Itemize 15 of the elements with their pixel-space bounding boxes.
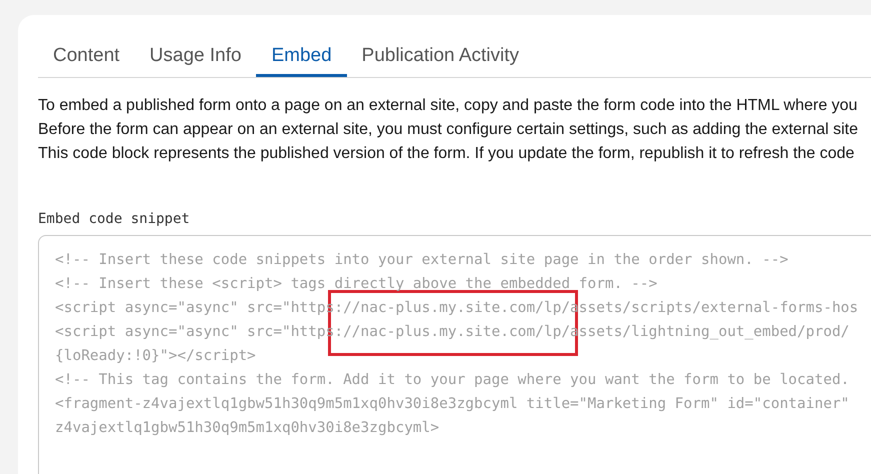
code-snippet-box[interactable] xyxy=(38,235,871,474)
code-line: {loReady:!0}"></script> xyxy=(55,347,257,366)
tab[interactable]: Usage Info xyxy=(134,41,256,77)
code-line: <!-- Insert these <script> tags directly above the embedded form. --> xyxy=(55,275,658,294)
description-text: To embed a published form onto a page on an external site, copy and paste the form code into the HTML where you xyxy=(38,96,858,116)
code-line: <!-- This tag contains the form. Add it to your page where you want the form to be located. xyxy=(55,371,850,390)
code-line: <fragment-z4vajextlq1gbw51h30q9m5m1xq0hv30i8e3zgbcyml title="Marketing Form" id="container" xyxy=(55,395,850,414)
code-line: z4vajextlq1gbw51h30q9m5m1xq0hv30i8e3zgbcyml> xyxy=(55,419,440,438)
code-line: <!-- Insert these code snippets into your external site page in the order shown. --> xyxy=(55,251,790,270)
tab[interactable]: Publication Activity xyxy=(346,41,534,77)
field-label: Embed code snippet xyxy=(38,211,191,227)
description-text: Before the form can appear on an external site, you must configure certain settings, such as adding the external site xyxy=(38,120,860,140)
description-text: This code block represents the published version of the form. If you update the form, republish it to refresh the code xyxy=(38,144,856,164)
tab[interactable]: Content xyxy=(38,41,135,77)
tab[interactable]: Embed xyxy=(256,41,347,77)
